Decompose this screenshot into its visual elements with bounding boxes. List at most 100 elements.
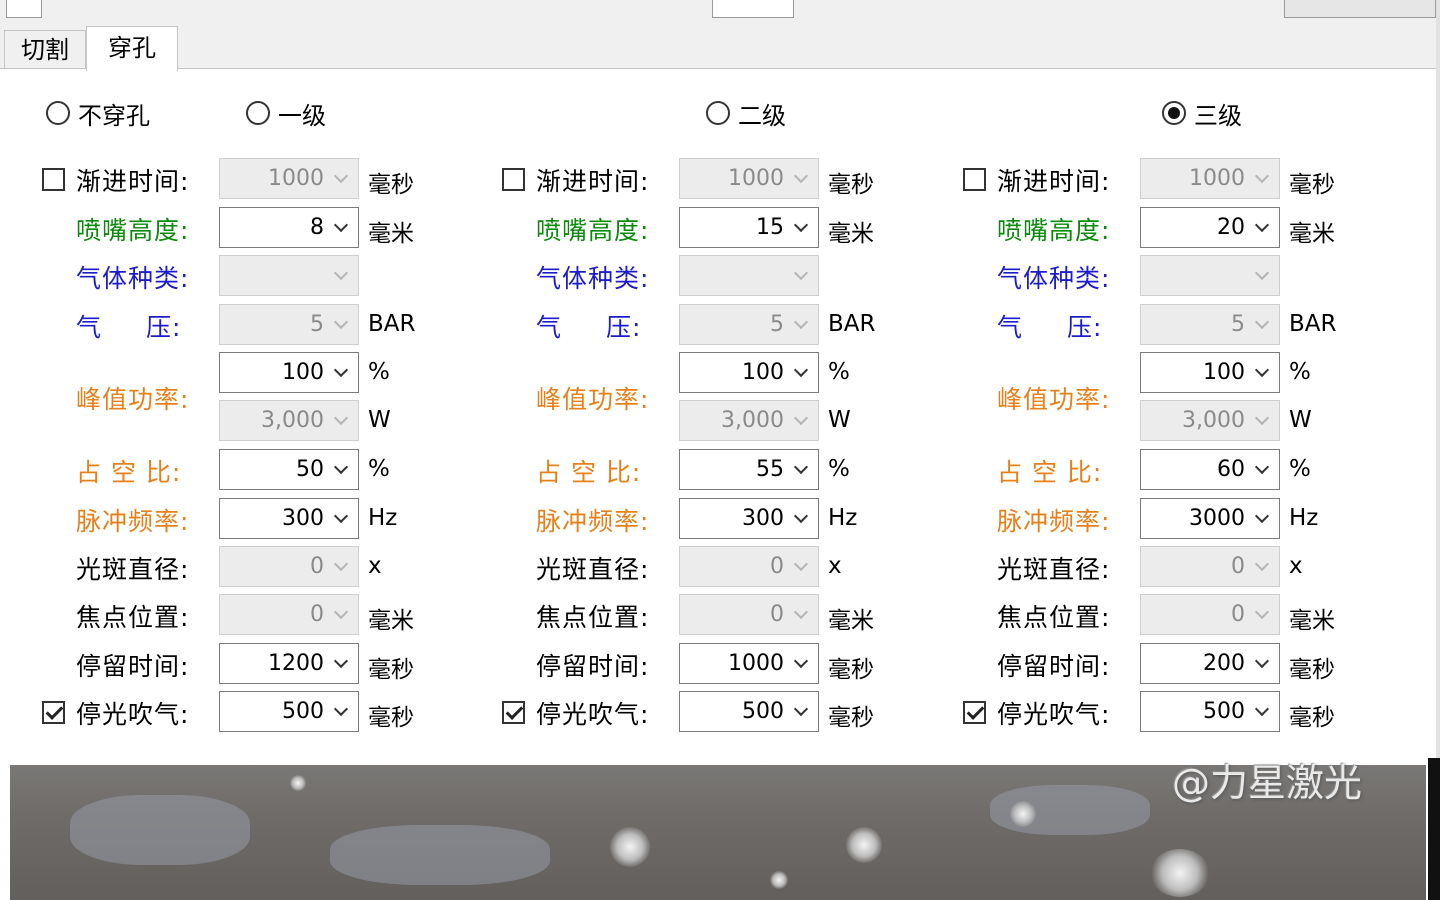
peak-power-watt-combo: 3,000 [219,400,359,441]
dwell-time-combo[interactable]: 1000 [679,643,819,684]
pulse-frequency-combo[interactable]: 3000 [1140,498,1280,539]
gas-type-combo [219,255,359,296]
pulse-frequency-value: 300 [742,506,784,531]
chevron-down-icon[interactable] [326,692,358,731]
chevron-down-icon [786,401,818,440]
stop-blow-unit: 毫秒 [828,705,874,731]
stop-blow-label: 停光吹气: [536,700,650,729]
pulse-frequency-combo[interactable]: 300 [219,498,359,539]
dwell-time-combo[interactable]: 200 [1140,643,1280,684]
dwell-time-combo[interactable]: 1200 [219,643,359,684]
duty-cycle-unit: % [368,456,390,482]
pulse-frequency-combo[interactable]: 300 [679,498,819,539]
ramp-time-checkbox[interactable] [963,168,986,191]
chevron-down-icon [786,256,818,295]
scrollbar[interactable] [1436,0,1440,758]
stop-blow-checkbox[interactable] [42,701,65,724]
focus-position-value: 0 [770,602,784,627]
focus-position-label: 焦点位置: [536,603,650,632]
peak-power-watt-value: 3,000 [721,408,784,433]
peak-power-percent-combo[interactable]: 100 [679,352,819,393]
peak-power-percent-combo[interactable]: 100 [1140,352,1280,393]
chevron-down-icon [326,256,358,295]
peak-power-percent-unit: % [828,359,850,385]
focus-position-unit: 毫米 [1289,608,1335,634]
chevron-down-icon[interactable] [326,353,358,392]
nozzle-height-unit: 毫米 [1289,221,1335,247]
gas-pressure-label: 压: [146,313,182,342]
stop-blow-combo[interactable]: 500 [679,691,819,732]
nozzle-height-unit: 毫米 [368,221,414,247]
gas-type-label: 气体种类: [997,264,1111,293]
nozzle-height-combo[interactable]: 8 [219,207,359,248]
chevron-down-icon[interactable] [786,353,818,392]
dwell-time-value: 1200 [268,651,324,676]
ramp-time-checkbox[interactable] [502,168,525,191]
tab-piercing[interactable]: 穿孔 [86,26,178,71]
chevron-down-icon[interactable] [786,692,818,731]
ramp-time-checkbox[interactable] [42,168,65,191]
nozzle-height-unit: 毫米 [828,221,874,247]
gas-pressure-combo: 5 [1140,304,1280,345]
chevron-down-icon[interactable] [326,499,358,538]
chevron-down-icon[interactable] [1247,499,1279,538]
spot-diameter-unit: x [368,553,382,579]
spot-diameter-value: 0 [310,554,324,579]
peak-power-percent-value: 100 [742,360,784,385]
chevron-down-icon[interactable] [326,644,358,683]
stop-blow-value: 500 [282,699,324,724]
chevron-down-icon [326,305,358,344]
ramp-time-unit: 毫秒 [828,172,874,198]
peak-power-watt-value: 3,000 [261,408,324,433]
chevron-down-icon[interactable] [1247,208,1279,247]
chevron-down-icon[interactable] [1247,450,1279,489]
chevron-down-icon [326,547,358,586]
stop-blow-unit: 毫秒 [1289,705,1335,731]
level-column: 渐进时间: 1000 毫秒 喷嘴高度: 15 毫米 气体种类: 气压: 5 BAR 100% 3,00… [460,0,920,758]
stop-blow-checkbox[interactable] [502,701,525,724]
chevron-down-icon[interactable] [326,208,358,247]
peak-power-percent-unit: % [1289,359,1311,385]
focus-position-label: 焦点位置: [76,603,190,632]
nozzle-height-label: 喷嘴高度: [76,216,190,245]
duty-cycle-combo[interactable]: 60 [1140,449,1280,490]
stop-blow-combo[interactable]: 500 [219,691,359,732]
watermark: @力星激光 [1172,761,1363,805]
stop-blow-checkbox[interactable] [963,701,986,724]
gas-pressure-combo: 5 [219,304,359,345]
duty-cycle-unit: % [828,456,850,482]
photo-edge [1428,758,1440,900]
chevron-down-icon[interactable] [1247,353,1279,392]
chevron-down-icon[interactable] [1247,692,1279,731]
chevron-down-icon[interactable] [1247,644,1279,683]
peak-power-percent-combo[interactable]: 100 [219,352,359,393]
gas-pressure-label: 气 [997,313,1024,342]
chevron-down-icon[interactable] [786,450,818,489]
chevron-down-icon[interactable] [786,208,818,247]
nozzle-height-combo[interactable]: 20 [1140,207,1280,248]
spot-diameter-label: 光斑直径: [536,555,650,584]
duty-cycle-label: 占 空 比: [997,458,1103,487]
focus-position-label: 焦点位置: [997,603,1111,632]
pulse-frequency-value: 300 [282,506,324,531]
stop-blow-label: 停光吹气: [997,700,1111,729]
focus-position-combo: 0 [219,594,359,635]
peak-power-label: 峰值功率: [536,385,650,414]
chevron-down-icon[interactable] [326,450,358,489]
gas-pressure-value: 5 [310,312,324,337]
stop-blow-combo[interactable]: 500 [1140,691,1280,732]
chevron-down-icon [1247,256,1279,295]
spot-diameter-combo: 0 [219,546,359,587]
duty-cycle-combo[interactable]: 55 [679,449,819,490]
pulse-frequency-label: 脉冲频率: [997,507,1111,536]
chevron-down-icon [1247,401,1279,440]
chevron-down-icon[interactable] [786,644,818,683]
nozzle-height-combo[interactable]: 15 [679,207,819,248]
nozzle-height-value: 20 [1217,215,1245,240]
nozzle-height-label: 喷嘴高度: [536,216,650,245]
dwell-time-unit: 毫秒 [828,657,874,683]
duty-cycle-combo[interactable]: 50 [219,449,359,490]
gas-pressure-label: 气 [536,313,563,342]
chevron-down-icon[interactable] [786,499,818,538]
photo-spatter [846,827,882,863]
